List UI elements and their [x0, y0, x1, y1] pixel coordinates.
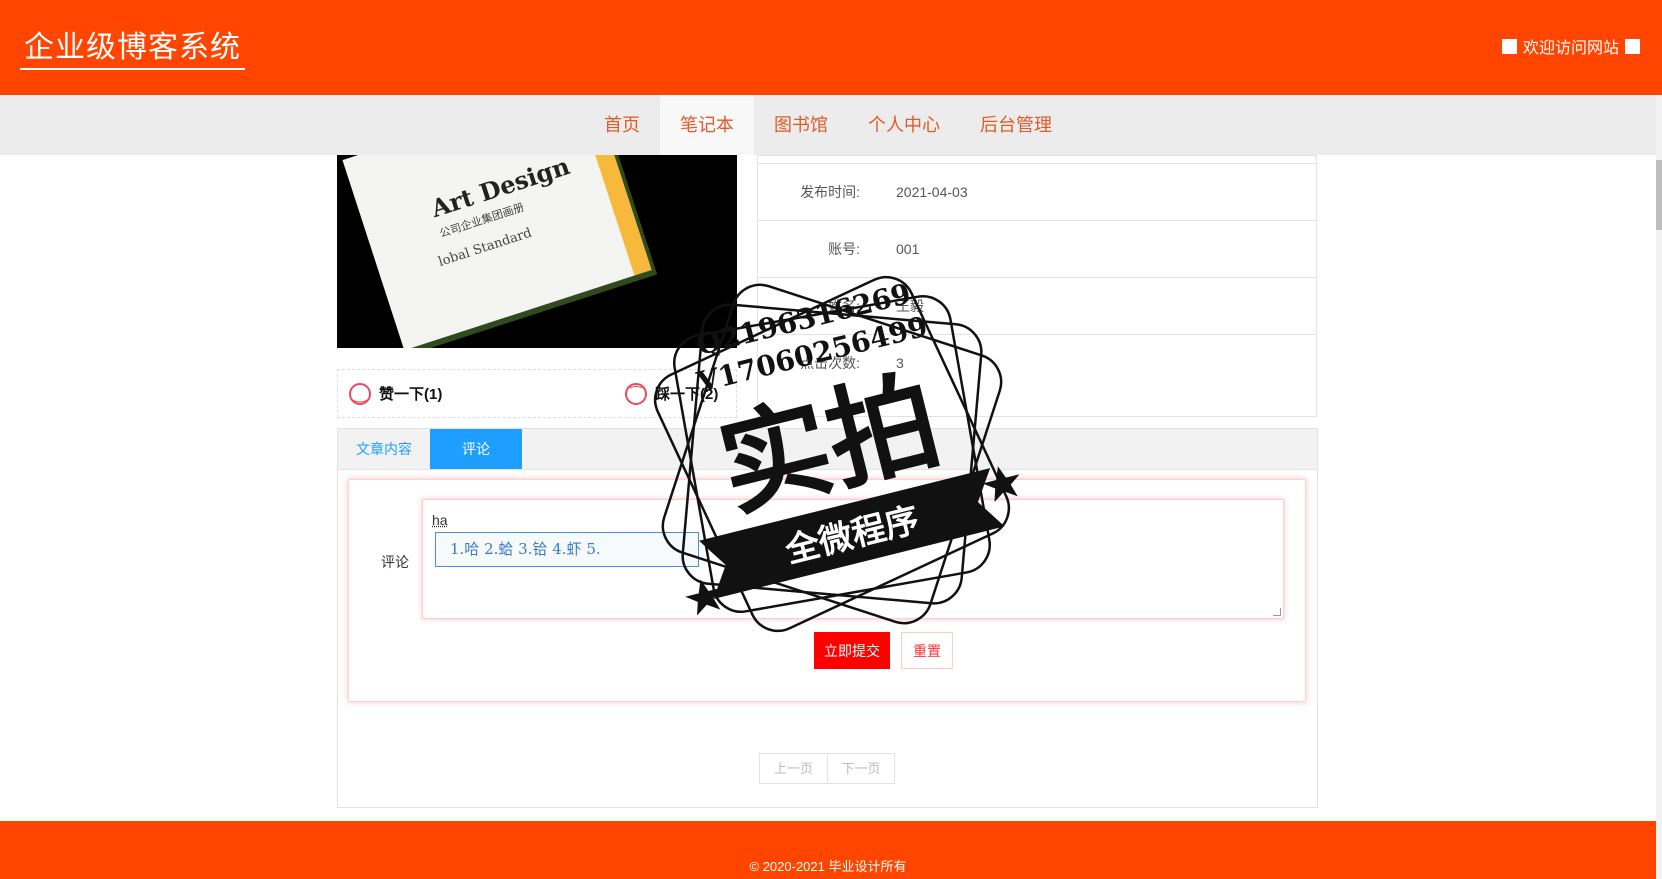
info-row: 点击次数: 3 [758, 334, 1316, 391]
article-info-table: 发布时间: 2021-04-03 账号: 001 姓名: 王毅 点击次数: 3 [757, 155, 1317, 417]
square-icon [1501, 38, 1517, 54]
ime-candidate-popup[interactable]: 1.哈 2.蛤 3.铪 4.虾 5. [435, 532, 699, 567]
info-value: 王毅 [896, 298, 924, 314]
comment-form: 评论 ha 1.哈 2.蛤 3.铪 4.虾 5. 立即提交 重置 [348, 479, 1306, 702]
dislike-label: 踩一下(2) [655, 386, 719, 403]
ime-candidates: 1.哈 2.蛤 3.铪 4.虾 5. [450, 540, 601, 558]
book-cover: Art Design 公司企业集团画册 lobal Standard [342, 155, 652, 348]
tab-comments[interactable]: 评论 [430, 429, 522, 469]
comment-typed-text: ha [432, 512, 448, 528]
info-row-top [758, 155, 1316, 163]
footer-copyright: © 2020-2021 毕业设计所有 [749, 859, 907, 874]
nav-home[interactable]: 首页 [584, 95, 660, 155]
info-value: 2021-04-03 [896, 184, 968, 200]
comment-textarea[interactable]: ha 1.哈 2.蛤 3.铪 4.虾 5. [422, 499, 1284, 619]
site-header: 企业级博客系统 欢迎访问网站 [0, 0, 1662, 95]
smile-icon: ‿ [349, 382, 371, 405]
square-icon [1625, 38, 1640, 54]
tab-article-content[interactable]: 文章内容 [338, 429, 430, 469]
info-row: 账号: 001 [758, 220, 1316, 277]
info-row: 姓名: 王毅 [758, 277, 1316, 334]
pagination: 上一页 下一页 [759, 753, 895, 784]
nav-personal-center[interactable]: 个人中心 [848, 95, 960, 155]
article-tab-panel: 文章内容 评论 评论 ha 1.哈 2.蛤 3.铪 4.虾 5. 立即提交 重置… [337, 428, 1318, 808]
dislike-button[interactable]: ⁀ 踩一下(2) [625, 382, 719, 405]
next-page-button[interactable]: 下一页 [827, 754, 894, 783]
like-label: 赞一下(1) [379, 386, 443, 403]
vote-bar: ‿ 赞一下(1) ⁀ 踩一下(2) [337, 369, 737, 418]
info-value: 001 [896, 241, 920, 257]
main-nav: 首页 笔记本 图书馆 个人中心 后台管理 [0, 95, 1656, 155]
info-value: 3 [896, 355, 904, 371]
info-label: 点击次数: [800, 355, 860, 371]
nav-notebook[interactable]: 笔记本 [660, 95, 754, 155]
page-scrollbar-thumb[interactable] [1656, 160, 1662, 230]
site-title[interactable]: 企业级博客系统 [20, 22, 245, 70]
welcome-link[interactable]: 欢迎访问网站 [1501, 34, 1640, 58]
info-label: 姓名: [828, 298, 860, 314]
resize-handle-icon[interactable] [1273, 608, 1281, 616]
reset-button[interactable]: 重置 [901, 632, 953, 669]
nav-admin[interactable]: 后台管理 [960, 95, 1072, 155]
info-label: 发布时间: [800, 184, 860, 200]
article-image: Art Design 公司企业集团画册 lobal Standard [337, 155, 737, 348]
nav-library[interactable]: 图书馆 [754, 95, 848, 155]
frown-icon: ⁀ [625, 382, 647, 405]
comment-label: 评论 [381, 554, 409, 570]
like-button[interactable]: ‿ 赞一下(1) [349, 382, 443, 405]
tab-bar: 文章内容 评论 [338, 429, 1317, 470]
info-label: 账号: [828, 241, 860, 257]
site-footer: © 2020-2021 毕业设计所有 [0, 821, 1656, 879]
info-row: 发布时间: 2021-04-03 [758, 163, 1316, 220]
submit-button[interactable]: 立即提交 [814, 632, 890, 669]
welcome-label: 欢迎访问网站 [1522, 40, 1619, 57]
prev-page-button[interactable]: 上一页 [760, 754, 827, 783]
